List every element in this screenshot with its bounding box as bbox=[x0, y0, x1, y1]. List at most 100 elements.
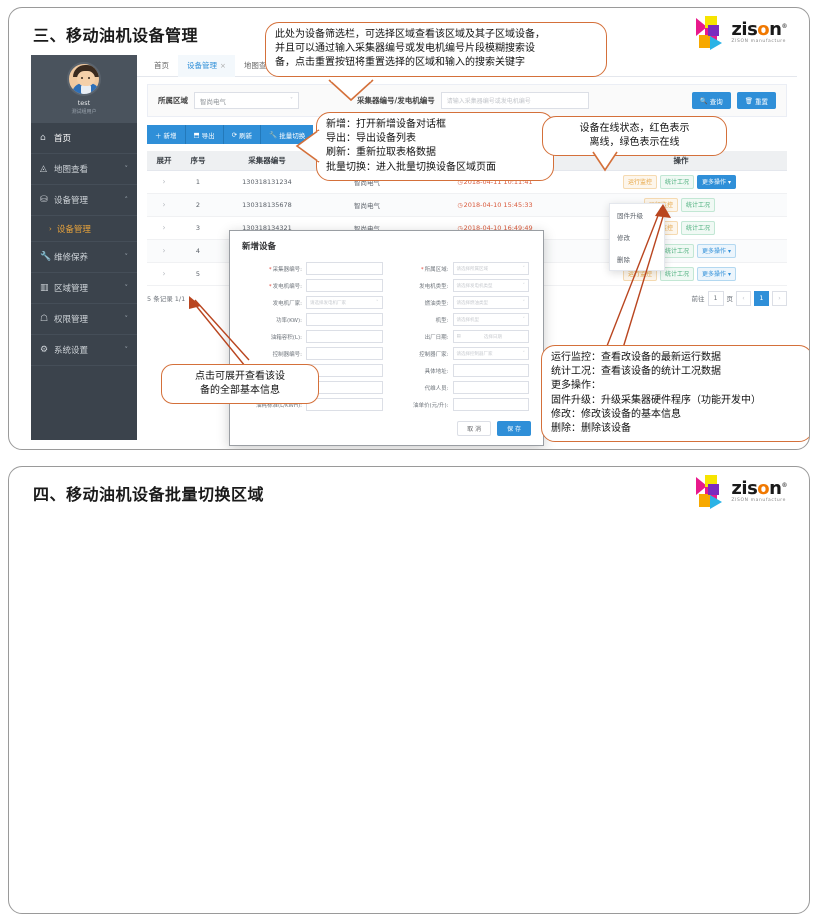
model-select[interactable]: 请选择机型˅ bbox=[453, 313, 530, 326]
expand-cell[interactable]: › bbox=[147, 170, 181, 193]
field-area[interactable]: *所属区域:请选择所属区域˅ bbox=[391, 262, 530, 275]
chevron-right-icon[interactable]: › bbox=[162, 223, 165, 232]
field-controller-code[interactable]: 控制器编号: bbox=[244, 347, 383, 360]
slide-panel-batch-switch-area: 四、移动油机设备批量切换区域 zison® ZISON manufacture … bbox=[8, 466, 810, 914]
chevron-right-icon[interactable]: › bbox=[162, 177, 165, 186]
page-input[interactable]: 1 bbox=[708, 291, 724, 306]
search-button[interactable]: 🔍查询 bbox=[692, 92, 731, 109]
sidebar-item-map[interactable]: ◬ 地图查看 ˅ bbox=[31, 154, 137, 185]
expand-cell[interactable]: › bbox=[147, 239, 181, 262]
brand-tagline: ZISON manufacture bbox=[731, 499, 787, 504]
controller-vendor-select[interactable]: 请选择控制器厂家˅ bbox=[453, 347, 530, 360]
chevron-down-icon: ˅ bbox=[523, 300, 526, 306]
fuel-price-input[interactable] bbox=[453, 398, 530, 411]
field-address[interactable]: 具体地址: bbox=[391, 364, 530, 377]
save-button[interactable]: 保 存 bbox=[497, 421, 531, 436]
col-index: 序号 bbox=[181, 151, 215, 170]
sidebar-item-area[interactable]: ▥ 区域管理 ˅ bbox=[31, 273, 137, 304]
add-device-button[interactable]: ＋新增 bbox=[147, 125, 186, 144]
map-icon: ◬ bbox=[40, 164, 54, 174]
field-generator-vendor[interactable]: 发电机厂家:请选择发电机厂家˅ bbox=[244, 296, 383, 309]
maint-person-input[interactable] bbox=[453, 381, 530, 394]
annotation-filter-note: 此处为设备筛选栏，可选择区域查看该区域及其子区域设备， 并且可以通过输入采集器编… bbox=[265, 22, 607, 77]
search-icon: 🔍 bbox=[700, 97, 708, 105]
controller-code-input[interactable] bbox=[306, 347, 383, 360]
tab-device-management[interactable]: 设备管理× bbox=[178, 55, 235, 77]
field-generator-type[interactable]: 发电机类型:请选择发电机类型˅ bbox=[391, 279, 530, 292]
expand-cell[interactable]: › bbox=[147, 262, 181, 285]
run-monitor-tag[interactable]: 运行监控 bbox=[623, 175, 657, 189]
brand-name: zison® bbox=[731, 21, 787, 39]
area-cell: 智尚电气 bbox=[319, 193, 415, 216]
tab-home[interactable]: 首页 bbox=[145, 55, 178, 77]
sidebar-item-permission[interactable]: ☖ 权限管理 ˅ bbox=[31, 304, 137, 335]
field-power[interactable]: 功率(KW): bbox=[244, 313, 383, 326]
export-button[interactable]: ⬒导出 bbox=[186, 125, 224, 144]
profile-username: test bbox=[31, 99, 137, 107]
switch-icon: 🔧 bbox=[269, 131, 277, 139]
sidebar-1: test 测试组用户 ⌂ 首页 ◬ 地图查看 ˅ ⛁ 设备管理 ˄ bbox=[31, 55, 137, 440]
annotation-tail bbox=[593, 152, 627, 172]
fuel-standard-input[interactable] bbox=[306, 398, 383, 411]
generator-code-input[interactable] bbox=[306, 279, 383, 292]
dialog-footer: 取 消 保 存 bbox=[457, 421, 531, 436]
trash-icon: 🗑 bbox=[745, 97, 753, 105]
field-generator-code[interactable]: *发电机编号: bbox=[244, 279, 383, 292]
more-actions-button[interactable]: 更多操作 ▾ bbox=[697, 175, 736, 189]
power-input[interactable] bbox=[306, 313, 383, 326]
annotation-toolbar-note: 新增：打开新增设备对话框 导出：导出设备列表 刷新：重新拉取表格数据 批量切换：… bbox=[316, 112, 554, 181]
chevron-right-icon[interactable]: › bbox=[162, 269, 165, 278]
calendar-icon: ▤ bbox=[457, 334, 461, 339]
field-controller-vendor[interactable]: 控制器厂家:请选择控制器厂家˅ bbox=[391, 347, 530, 360]
more-actions-button[interactable]: 更多操作 ▾ bbox=[697, 267, 736, 281]
bullet-icon: › bbox=[49, 225, 52, 233]
fuel-type-select[interactable]: 请选择燃油类型˅ bbox=[453, 296, 530, 309]
sidebar-item-settings[interactable]: ⚙ 系统设置 ˅ bbox=[31, 335, 137, 366]
slide1-title: 三、移动油机设备管理 bbox=[33, 22, 198, 46]
field-model[interactable]: 机型:请选择机型˅ bbox=[391, 313, 530, 326]
index-cell: 1 bbox=[181, 170, 215, 193]
field-collector-code[interactable]: *采集器编号: bbox=[244, 262, 383, 275]
generator-type-select[interactable]: 请选择发电机类型˅ bbox=[453, 279, 530, 292]
field-tank-volume[interactable]: 油箱容积(L): bbox=[244, 330, 383, 343]
home-icon: ⌂ bbox=[40, 133, 54, 143]
close-icon[interactable]: × bbox=[220, 62, 226, 70]
code-search-input[interactable]: 请输入采集器编号或发电机编号 bbox=[441, 92, 589, 109]
production-date-input[interactable]: ▤选择日期 bbox=[453, 330, 530, 343]
chevron-right-icon[interactable]: › bbox=[162, 200, 165, 209]
more-actions-button[interactable]: 更多操作 ▾ bbox=[697, 244, 736, 258]
sidebar-subitem-device-management[interactable]: › 设备管理 bbox=[31, 216, 137, 242]
stat-tag[interactable]: 统计工况 bbox=[681, 221, 715, 235]
prev-page-button[interactable]: ‹ bbox=[736, 291, 751, 306]
export-icon: ⬒ bbox=[194, 131, 200, 139]
stat-tag[interactable]: 统计工况 bbox=[681, 198, 715, 212]
record-count: 5 条记录 1/1 bbox=[147, 293, 185, 303]
chevron-down-icon: ˅ bbox=[125, 346, 129, 354]
area-filter-select[interactable]: 智尚电气 ˅ bbox=[194, 92, 299, 109]
add-device-dialog[interactable]: 新增设备 *采集器编号: *所属区域:请选择所属区域˅ *发电机编号: 发电机类… bbox=[229, 230, 544, 446]
next-page-button[interactable]: › bbox=[772, 291, 787, 306]
tank-volume-input[interactable] bbox=[306, 330, 383, 343]
field-maint-person[interactable]: 代维人员: bbox=[391, 381, 530, 394]
stat-tag[interactable]: 统计工况 bbox=[660, 175, 694, 189]
expand-cell[interactable]: › bbox=[147, 216, 181, 239]
field-fuel-type[interactable]: 燃油类型:请选择燃油类型˅ bbox=[391, 296, 530, 309]
cancel-button[interactable]: 取 消 bbox=[457, 421, 491, 436]
collector-code-input[interactable] bbox=[306, 262, 383, 275]
chevron-down-icon: ˅ bbox=[523, 266, 526, 272]
address-input[interactable] bbox=[453, 364, 530, 377]
sidebar-item-home[interactable]: ⌂ 首页 bbox=[31, 123, 137, 154]
table-row[interactable]: › 2 130318135678 智尚电气 ◷2018-04-10 15:45:… bbox=[147, 193, 787, 216]
chevron-up-icon: ˄ bbox=[125, 196, 129, 204]
field-production-date[interactable]: 出厂日期:▤选择日期 bbox=[391, 330, 530, 343]
refresh-button[interactable]: ⟳刷新 bbox=[224, 125, 261, 144]
area-select[interactable]: 请选择所属区域˅ bbox=[453, 262, 530, 275]
chevron-right-icon[interactable]: › bbox=[162, 246, 165, 255]
reset-button[interactable]: 🗑重置 bbox=[737, 92, 776, 109]
expand-cell[interactable]: › bbox=[147, 193, 181, 216]
sidebar-item-maintenance[interactable]: 🔧 维修保养 ˅ bbox=[31, 242, 137, 273]
generator-vendor-select[interactable]: 请选择发电机厂家˅ bbox=[306, 296, 383, 309]
field-fuel-price[interactable]: 油单价(元/升): bbox=[391, 398, 530, 411]
page-number-1[interactable]: 1 bbox=[754, 291, 769, 306]
sidebar-item-device[interactable]: ⛁ 设备管理 ˄ bbox=[31, 185, 137, 216]
